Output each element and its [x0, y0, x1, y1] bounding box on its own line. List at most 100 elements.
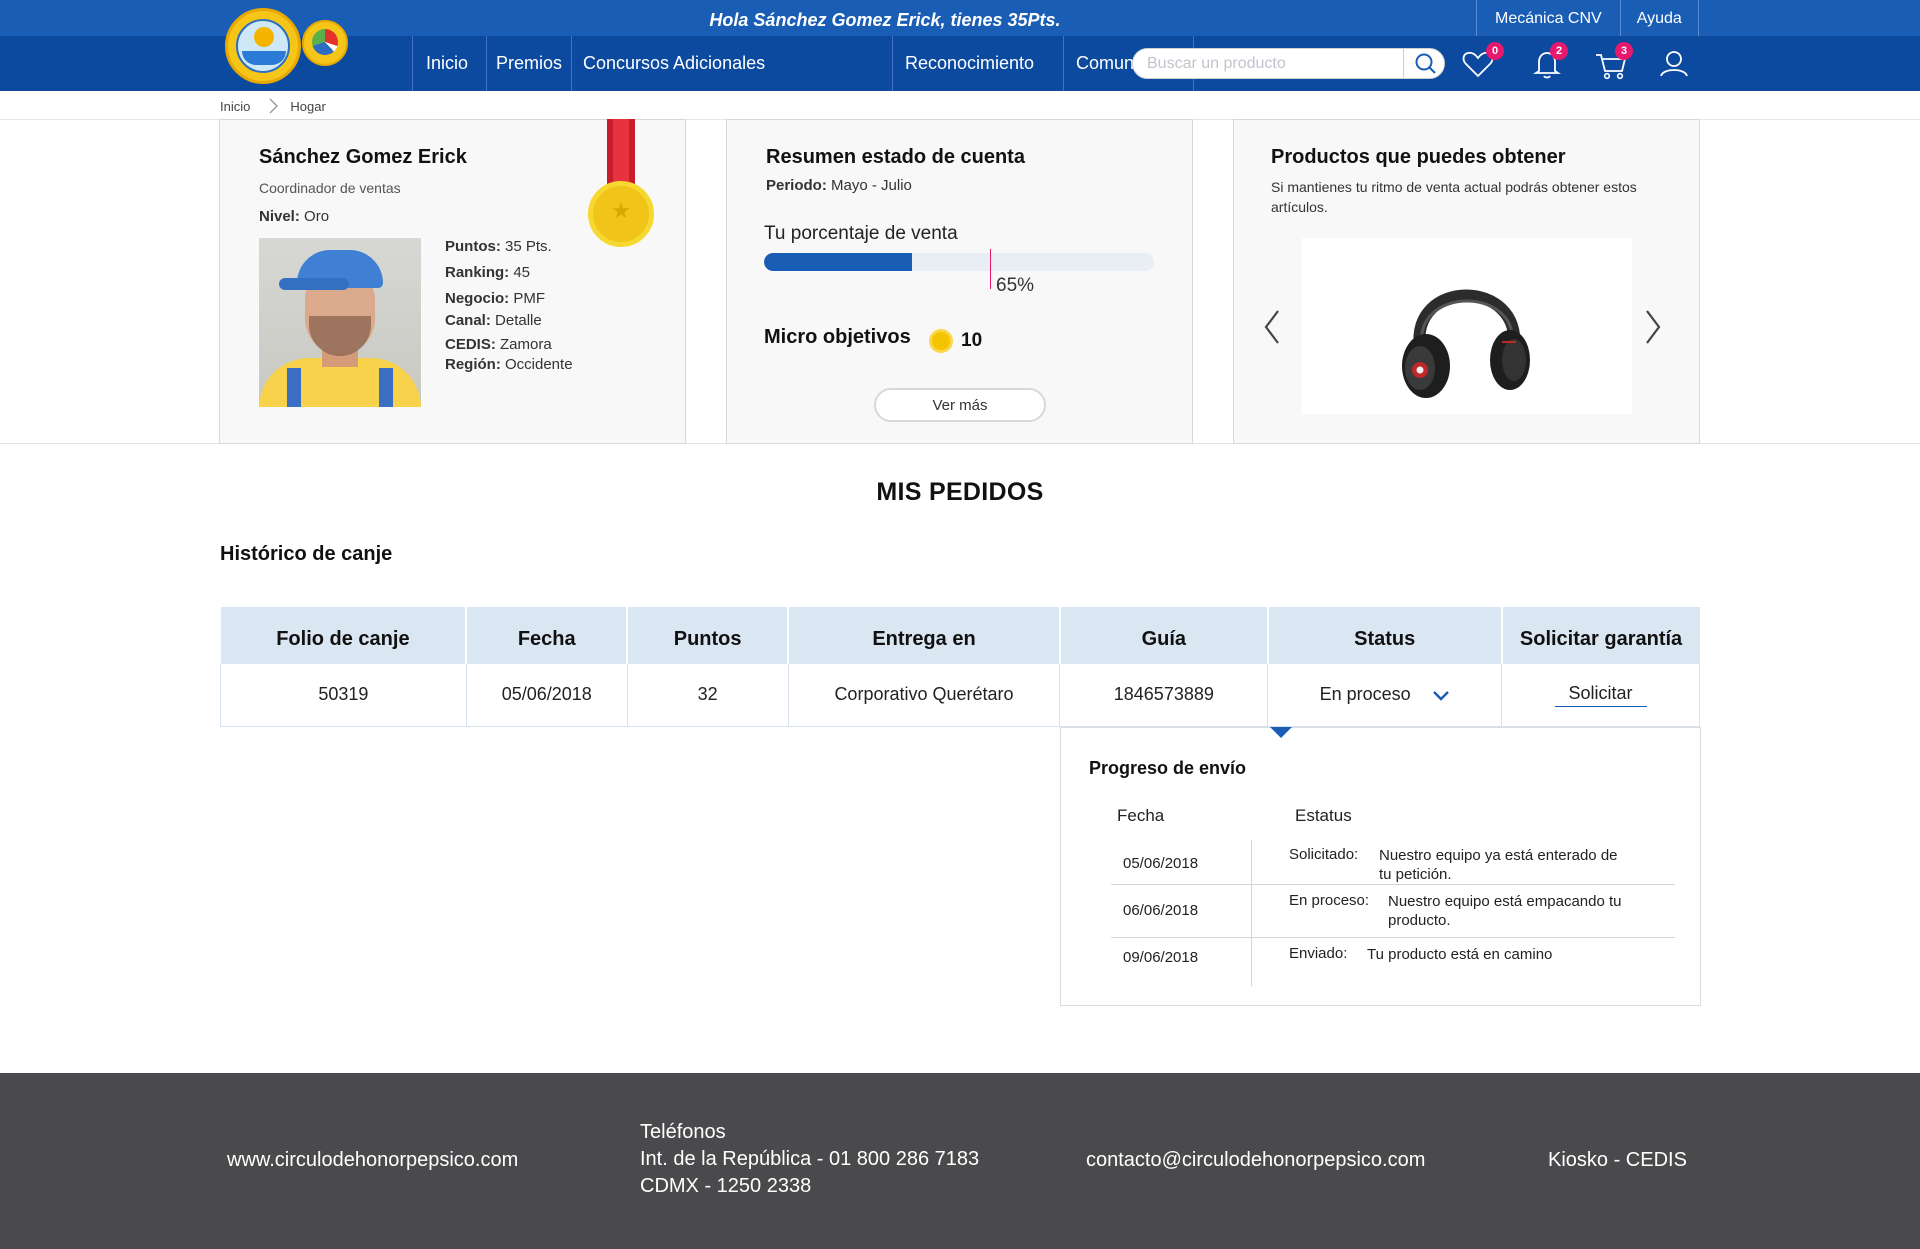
divider: [1111, 884, 1675, 885]
footer: www.circulodehonorpepsico.com Teléfonos …: [0, 1073, 1920, 1249]
tracking-step-date: 09/06/2018: [1123, 949, 1199, 966]
pepsico-logo-text: PEPSICO: [306, 72, 338, 79]
col-fecha: Fecha: [465, 607, 628, 664]
breadcrumb-inicio[interactable]: Inicio: [220, 99, 250, 114]
main-menu: Inicio Premios Concursos Adicionales Rec…: [412, 36, 1194, 91]
notifications-button[interactable]: 2: [1527, 42, 1568, 84]
status-value: En proceso: [1319, 684, 1411, 705]
menu-item-inicio[interactable]: Inicio: [412, 36, 486, 91]
search-box: [1132, 48, 1445, 79]
chevron-left-icon: [1264, 310, 1279, 344]
chevron-right-icon: [1646, 310, 1661, 344]
chevron-right-icon: [269, 98, 279, 114]
breadcrumb: Inicio Hogar: [220, 97, 326, 115]
products-title: Productos que puedes obtener: [1271, 146, 1566, 168]
fact-business: Negocio: PMF: [445, 290, 546, 307]
headphones-image: [1402, 289, 1530, 398]
menu-item-premios[interactable]: Premios: [486, 36, 571, 91]
footer-website-link[interactable]: www.circulodehonorpepsico.com: [227, 1147, 518, 1174]
micro-objectives-value: 10: [961, 330, 983, 351]
profile-card: Sánchez Gomez Erick Coordinador de venta…: [219, 119, 686, 444]
tracking-step-status: En proceso:: [1289, 892, 1370, 909]
see-more-button[interactable]: Ver más: [874, 388, 1046, 422]
ribbon-icon: [607, 119, 635, 185]
col-puntos: Puntos: [626, 607, 789, 664]
avatar: [259, 238, 421, 407]
orders-title: MIS PEDIDOS: [876, 478, 1044, 506]
top-links: Mecánica CNV Ayuda: [1476, 0, 1699, 36]
cart-button[interactable]: 3: [1591, 42, 1633, 84]
fact-cedis: CEDIS: Zamora: [445, 336, 552, 353]
fact-ranking: Ranking: 45: [445, 264, 531, 281]
help-link[interactable]: Ayuda: [1619, 0, 1699, 36]
account-summary-card: Resumen estado de cuenta Periodo: Mayo -…: [726, 119, 1193, 444]
carousel-prev-button[interactable]: [1260, 307, 1284, 347]
footer-kiosk-link[interactable]: Kiosko - CEDIS: [1548, 1147, 1687, 1174]
tracking-col-date: Fecha: [1117, 806, 1165, 825]
progress-marker: [990, 249, 991, 289]
shipping-progress-title: Progreso de envío: [1089, 758, 1247, 778]
level-label: Nivel:: [259, 208, 300, 225]
circle-of-honor-logo[interactable]: [225, 8, 301, 84]
sales-percent: 65%: [996, 275, 1035, 296]
panel-caret-icon: [1270, 727, 1292, 738]
table-row: 50319 05/06/2018 32 Corporativo Querétar…: [220, 664, 1700, 727]
carousel-next-button[interactable]: [1641, 307, 1665, 347]
product-card[interactable]: [1302, 238, 1632, 414]
products-subtitle: Si mantienes tu ritmo de venta actual po…: [1271, 179, 1637, 215]
col-garantia: Solicitar garantía: [1500, 607, 1700, 664]
sales-label: Tu porcentaje de venta: [764, 223, 958, 244]
fact-points: Puntos: 35 Pts.: [445, 238, 552, 255]
footer-phone-cdmx: CDMX - 1250 2338: [640, 1175, 812, 1197]
user-icon: [1660, 51, 1688, 77]
table-header-row: Folio de canje Fecha Puntos Entrega en G…: [220, 607, 1700, 664]
col-folio: Folio de canje: [220, 607, 467, 664]
col-entrega: Entrega en: [787, 607, 1060, 664]
cell-fecha: 05/06/2018: [465, 664, 628, 727]
search-input[interactable]: [1147, 49, 1407, 78]
breadcrumb-hogar: Hogar: [290, 98, 326, 114]
level-value: Oro: [304, 208, 330, 225]
tracking-step-desc: Nuestro equipo está empacando tu product…: [1388, 893, 1622, 929]
account-button[interactable]: [1653, 44, 1693, 84]
col-guia: Guía: [1058, 607, 1268, 664]
tracking-step-desc: Tu producto está en camino: [1367, 946, 1553, 963]
footer-email-link[interactable]: contacto@circulodehonorpepsico.com: [1086, 1147, 1425, 1174]
favorites-button[interactable]: 0: [1458, 42, 1504, 84]
divider: [1251, 840, 1252, 986]
tracking-step-status: Enviado:: [1289, 945, 1348, 962]
cell-folio: 50319: [220, 664, 467, 727]
fact-channel: Canal: Detalle: [445, 312, 542, 329]
orders-table: Folio de canje Fecha Puntos Entrega en G…: [220, 607, 1700, 727]
tracking-col-status: Estatus: [1295, 806, 1352, 825]
account-period: Periodo: Mayo - Julio: [766, 177, 912, 194]
request-warranty-button[interactable]: Solicitar: [1554, 683, 1647, 707]
divider: [1111, 937, 1675, 938]
cell-guia: 1846573889: [1059, 664, 1269, 727]
chevron-down-icon: [1432, 690, 1449, 701]
cell-puntos: 32: [626, 664, 789, 727]
shipping-progress-panel: Progreso de envío Fecha Estatus 05/06/20…: [1060, 727, 1701, 1006]
profile-role: Coordinador de ventas: [259, 180, 401, 196]
profile-level: Nivel: Oro: [259, 208, 329, 225]
cart-badge: 3: [1615, 42, 1633, 60]
tracking-step-desc: Nuestro equipo ya está enterado de tu pe…: [1379, 847, 1618, 883]
notifications-badge: 2: [1550, 42, 1568, 60]
status-dropdown[interactable]: En proceso: [1267, 664, 1503, 727]
cell-entrega: Corporativo Querétaro: [787, 664, 1061, 727]
menu-item-reconocimiento[interactable]: Reconocimiento: [892, 36, 1063, 91]
account-title: Resumen estado de cuenta: [766, 146, 1025, 168]
footer-phones-title: Teléfonos: [640, 1121, 726, 1143]
fact-region: Región: Occidente: [445, 356, 573, 373]
pepsico-logo: [302, 20, 348, 66]
footer-phone-republic: Int. de la República - 01 800 286 7183: [640, 1148, 980, 1170]
sales-progress-bar: [764, 253, 1154, 271]
menu-item-concursos[interactable]: Concursos Adicionales: [571, 36, 892, 91]
search-button[interactable]: [1403, 49, 1445, 78]
favorites-badge: 0: [1486, 42, 1504, 60]
profile-name: Sánchez Gomez Erick: [259, 146, 467, 168]
micro-objectives-label: Micro objetivos: [764, 326, 911, 348]
sales-progress-fill: [764, 253, 913, 271]
mechanics-link[interactable]: Mecánica CNV: [1476, 0, 1620, 36]
tracking-step-date: 05/06/2018: [1123, 855, 1199, 872]
